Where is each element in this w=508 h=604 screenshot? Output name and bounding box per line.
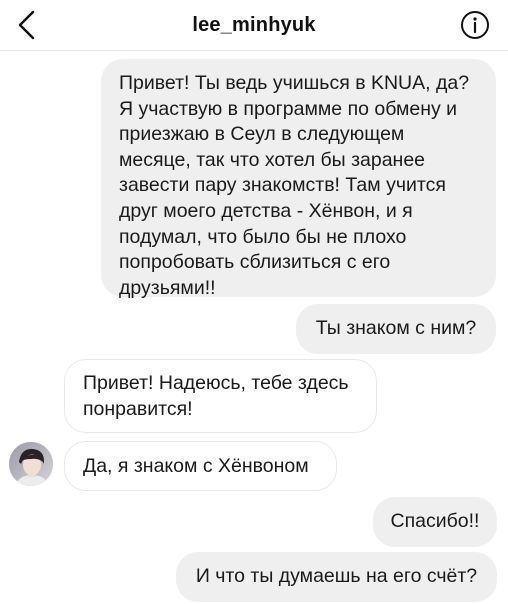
message-sent[interactable]: Привет! Ты ведь учишься в KNUA, да? Я уч… xyxy=(101,59,496,299)
chat-title[interactable]: lee_minhyuk xyxy=(0,14,508,37)
message-received[interactable]: Да, я знаком с Хёнвоном xyxy=(64,441,337,491)
message-received[interactable]: Привет! Надеюсь, тебе здесь понравится! xyxy=(64,359,377,433)
profile-photo xyxy=(9,442,53,486)
info-circle-icon xyxy=(461,11,489,39)
chat-header: lee_minhyuk xyxy=(0,0,508,51)
avatar[interactable] xyxy=(9,442,53,486)
chat-screen: lee_minhyuk Привет! Ты ведь учишься в KN… xyxy=(0,0,508,604)
message-sent[interactable]: И что ты думаешь на его счёт? xyxy=(176,552,497,602)
info-button[interactable] xyxy=(460,10,490,40)
message-sent[interactable]: Ты знаком с ним? xyxy=(296,304,496,354)
message-sent[interactable]: Спасибо!! xyxy=(373,497,497,547)
